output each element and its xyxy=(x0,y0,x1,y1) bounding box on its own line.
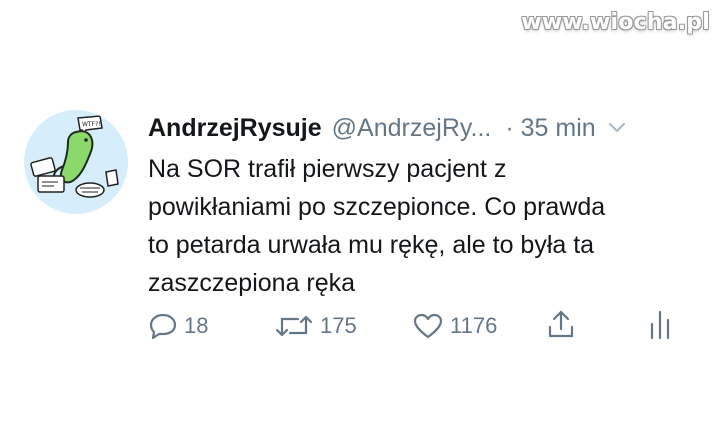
avatar[interactable]: WTF?! xyxy=(24,110,128,214)
analytics-button[interactable] xyxy=(648,308,672,340)
like-button[interactable]: 1176 xyxy=(412,312,497,340)
display-name[interactable]: AndrzejRysuje xyxy=(148,113,322,143)
like-count: 1176 xyxy=(450,313,498,338)
like-icon xyxy=(412,312,444,340)
site-watermark: www.wiocha.pl xyxy=(521,10,710,35)
tweet-text-line: to petarda urwała mu rękę, ale to była t… xyxy=(148,231,595,259)
tweet-actions: 18 175 1176 xyxy=(148,308,688,344)
tweet-text: Na SOR trafił pierwszy pacjent z powikła… xyxy=(148,150,708,302)
timestamp[interactable]: · 35 min xyxy=(505,113,595,143)
tweet-header: AndrzejRysuje @AndrzejRy... · 35 min xyxy=(148,113,698,143)
tweet-text-line: zaszczepiona ręka xyxy=(148,269,356,297)
reply-icon xyxy=(148,312,178,340)
retweet-icon xyxy=(274,312,314,340)
avatar-label: WTF?! xyxy=(82,121,101,128)
user-handle[interactable]: @AndrzejRy... xyxy=(332,113,492,143)
reply-button[interactable]: 18 xyxy=(148,312,208,340)
reply-count: 18 xyxy=(184,313,209,338)
retweet-button[interactable]: 175 xyxy=(274,312,357,340)
retweet-count: 175 xyxy=(320,313,357,338)
analytics-icon xyxy=(648,308,672,340)
share-button[interactable] xyxy=(546,308,576,340)
share-icon xyxy=(546,308,576,340)
tweet-text-line: Na SOR trafił pierwszy pacjent z xyxy=(148,155,507,183)
tweet-text-line: powikłaniami po szczepionce. Co prawda xyxy=(148,193,606,221)
chevron-down-icon[interactable] xyxy=(608,122,626,134)
